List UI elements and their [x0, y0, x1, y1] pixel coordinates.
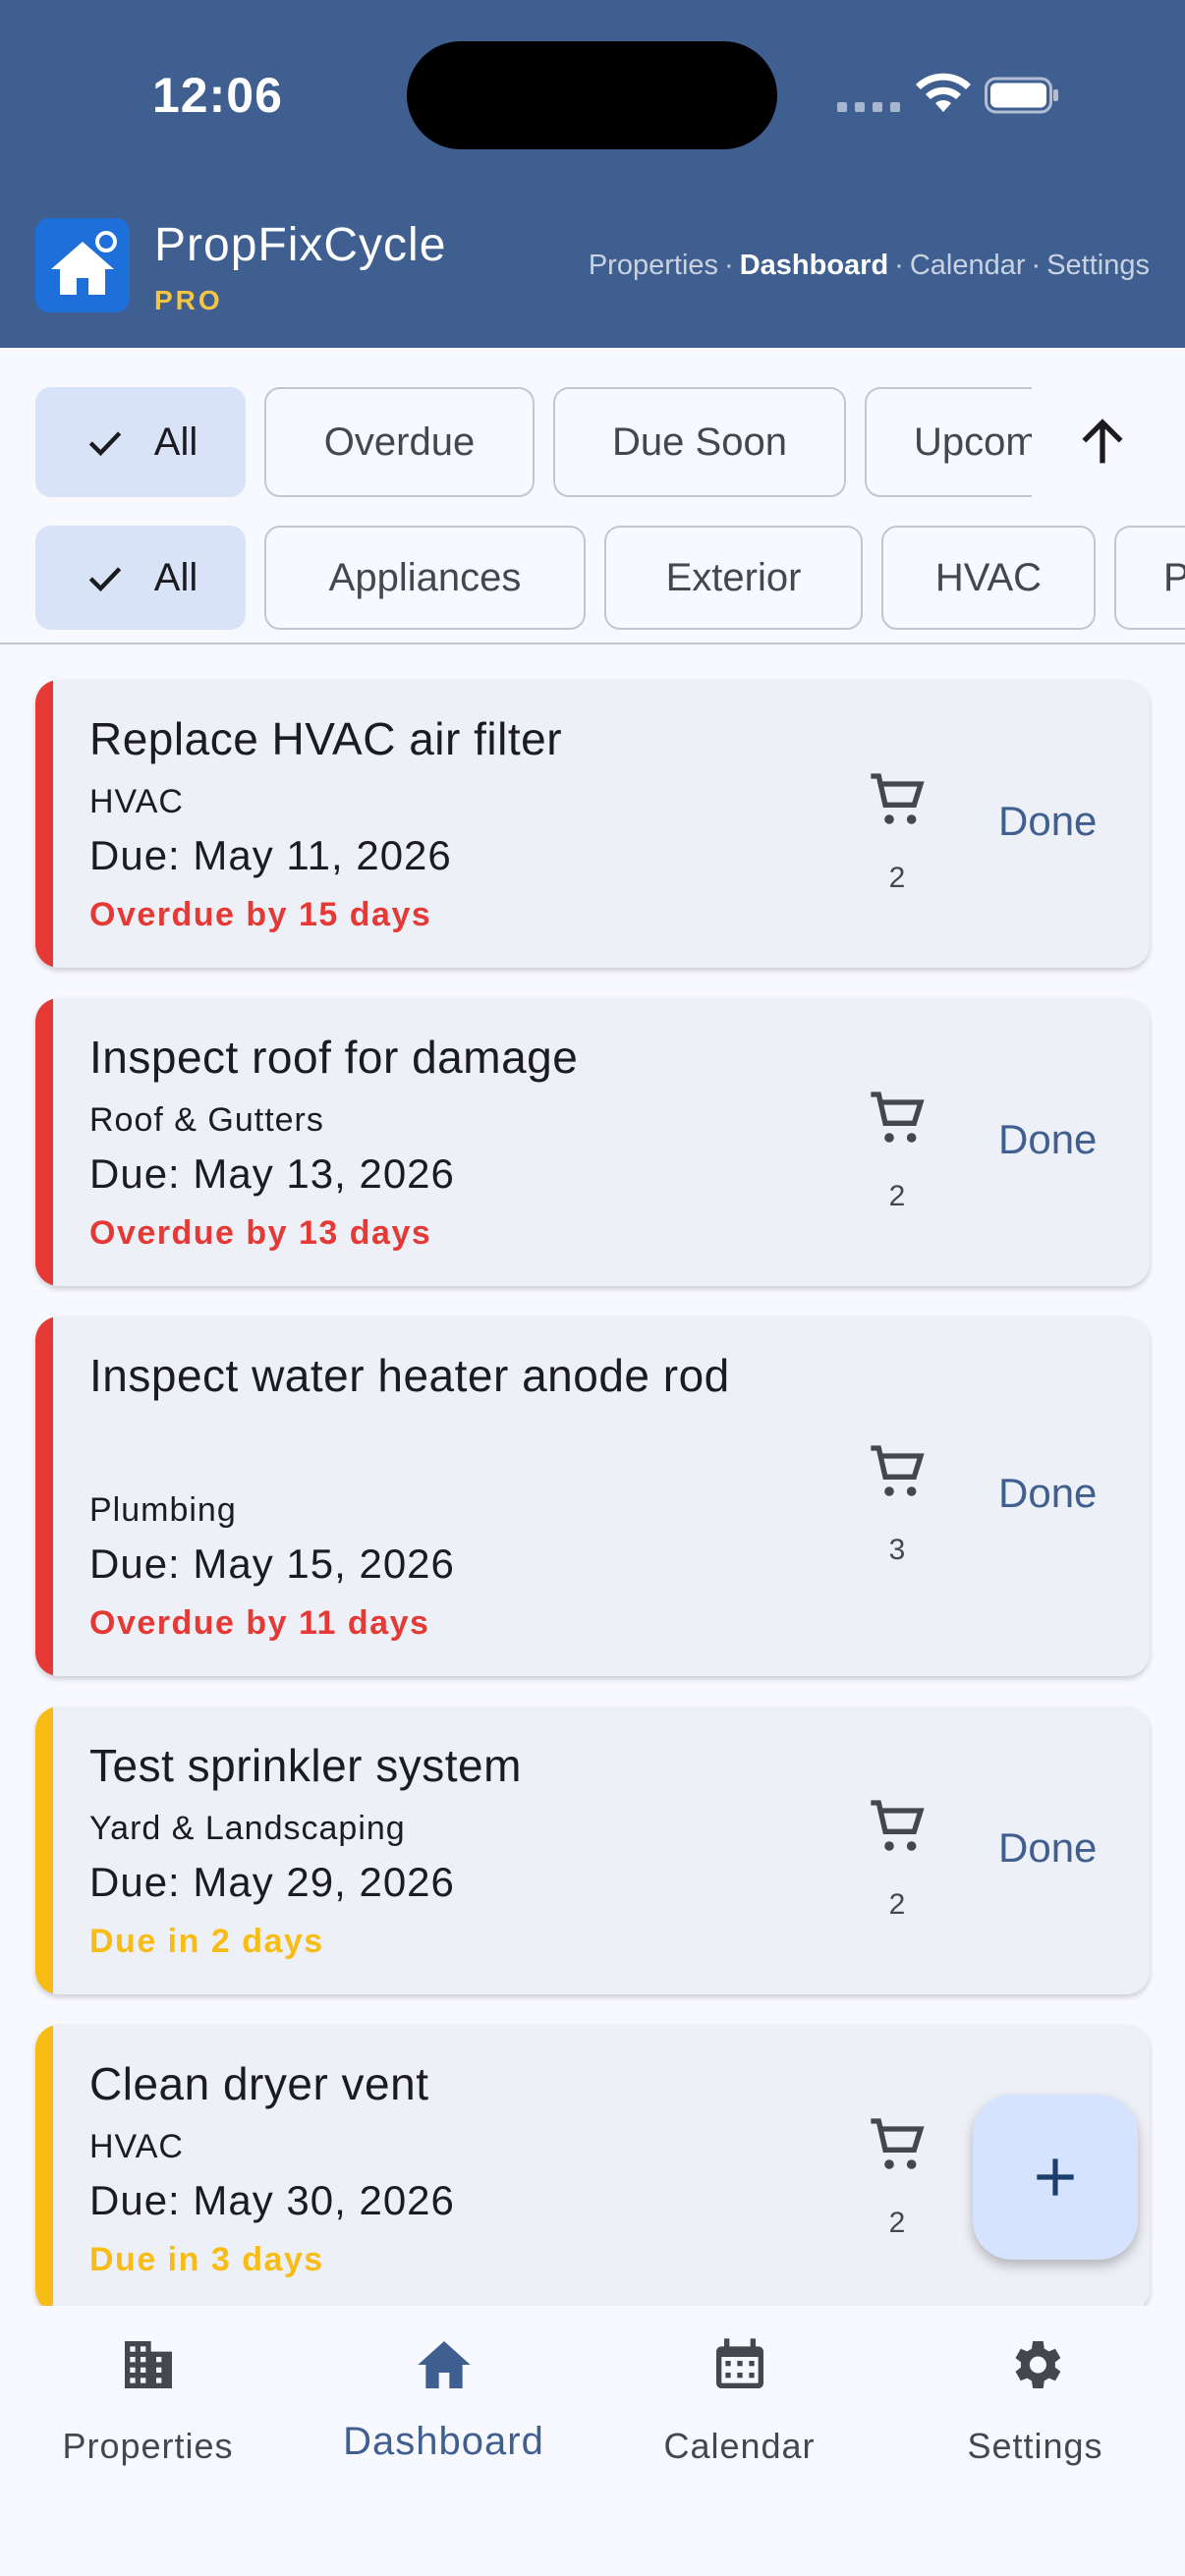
gear-icon: [1015, 2341, 1061, 2388]
bottom-nav-properties[interactable]: Properties: [0, 2306, 296, 2522]
bottom-nav-settings[interactable]: Settings: [887, 2306, 1183, 2522]
cart-icon[interactable]: [866, 2113, 929, 2176]
done-button[interactable]: Done: [998, 1470, 1097, 1517]
task-title: Inspect roof for damage: [89, 1032, 579, 1083]
category-chip-appliances[interactable]: Appliances: [264, 526, 586, 630]
task-category: HVAC: [89, 2128, 184, 2165]
app-logo: [35, 218, 130, 312]
due-soon-indicator: [35, 2025, 53, 2306]
cart-icon[interactable]: [866, 1087, 929, 1149]
category-chip-exterior[interactable]: Exterior: [604, 526, 863, 630]
filter-divider: [0, 643, 1185, 644]
task-category: Plumbing: [89, 1491, 237, 1529]
task-status: Overdue by 11 days: [89, 1604, 430, 1642]
task-status: Overdue by 15 days: [89, 896, 432, 933]
nav-separator: ·: [894, 250, 904, 281]
app-header: 12:06 PropFixCycle PRO Properties · Dash…: [0, 0, 1185, 348]
task-category: Yard & Landscaping: [89, 1810, 406, 1847]
nav-separator: ·: [724, 250, 734, 281]
task-list: Replace HVAC air filter HVAC Due: May 11…: [0, 645, 1185, 2306]
top-nav-dashboard[interactable]: Dashboard: [740, 250, 888, 282]
cart-count: 2: [888, 1888, 906, 1921]
nav-separator: ·: [1031, 250, 1042, 281]
wifi-icon: [916, 73, 971, 112]
status-chip-due-soon[interactable]: Due Soon: [553, 387, 846, 497]
cart-icon[interactable]: [866, 1795, 929, 1858]
task-category: Roof & Gutters: [89, 1101, 324, 1139]
overdue-indicator: [35, 998, 53, 1286]
top-nav: Properties · Dashboard · Calendar · Sett…: [589, 250, 1150, 282]
pro-badge: PRO: [154, 285, 223, 315]
calendar-icon: [716, 2338, 763, 2388]
task-status: Overdue by 13 days: [89, 1214, 432, 1252]
category-filter-row: All Appliances Exterior HVAC Plumbing: [0, 526, 1185, 630]
status-icons: [837, 73, 1083, 120]
cart-count: 2: [888, 862, 906, 894]
app-title: PropFixCycle: [154, 219, 447, 271]
task-status: Due in 2 days: [89, 1923, 324, 1960]
category-chip-hvac[interactable]: HVAC: [881, 526, 1096, 630]
dynamic-island: [407, 41, 777, 149]
bottom-nav-dashboard[interactable]: Dashboard: [296, 2306, 592, 2522]
status-chip-all[interactable]: All: [35, 387, 246, 497]
task-card[interactable]: Inspect roof for damage Roof & Gutters D…: [35, 998, 1150, 1286]
category-chip-all[interactable]: All: [35, 526, 246, 630]
task-card[interactable]: Replace HVAC air filter HVAC Due: May 11…: [35, 680, 1150, 968]
done-button[interactable]: Done: [998, 1824, 1097, 1872]
bottom-nav-calendar[interactable]: Calendar: [592, 2306, 887, 2522]
top-nav-properties[interactable]: Properties: [589, 250, 718, 282]
task-due-date: Due: May 29, 2026: [89, 1859, 455, 1905]
check-icon: [88, 567, 122, 592]
task-category: HVAC: [89, 783, 184, 820]
building-icon: [125, 2341, 172, 2388]
task-title: Clean dryer vent: [89, 2058, 429, 2109]
task-title: Inspect water heater anode rod: [89, 1350, 730, 1401]
bottom-nav: Properties Dashboard Calendar Settings: [0, 2306, 1185, 2576]
arrow-up-icon[interactable]: [1071, 411, 1134, 474]
top-nav-settings[interactable]: Settings: [1046, 250, 1150, 282]
cellular-signal-icon: [837, 102, 900, 112]
task-status: Due in 3 days: [89, 2241, 324, 2278]
home-icon: [418, 2341, 471, 2388]
cart-icon[interactable]: [866, 1440, 929, 1503]
check-icon: [88, 431, 122, 457]
task-due-date: Due: May 11, 2026: [89, 832, 452, 878]
done-button[interactable]: Done: [998, 798, 1097, 845]
status-filter-row: All Overdue Due Soon Upcoming: [0, 387, 1185, 497]
category-chip-plumbing[interactable]: Plumbing: [1114, 526, 1185, 630]
task-card[interactable]: Inspect water heater anode rod Plumbing …: [35, 1316, 1150, 1676]
status-chip-upcoming[interactable]: Upcoming: [865, 387, 1032, 497]
task-title: Replace HVAC air filter: [89, 713, 563, 764]
task-title: Test sprinkler system: [89, 1740, 522, 1791]
top-nav-calendar[interactable]: Calendar: [910, 250, 1026, 282]
house-logo-icon: [51, 231, 117, 295]
overdue-indicator: [35, 1316, 53, 1676]
cart-count: 3: [888, 1534, 906, 1566]
overdue-indicator: [35, 680, 53, 968]
status-chip-overdue[interactable]: Overdue: [264, 387, 535, 497]
done-button[interactable]: Done: [998, 1116, 1097, 1163]
plus-icon: [1037, 2158, 1074, 2196]
task-due-date: Due: May 30, 2026: [89, 2177, 455, 2223]
cart-count: 2: [888, 2207, 906, 2239]
due-soon-indicator: [35, 1707, 53, 1994]
task-due-date: Due: May 13, 2026: [89, 1150, 455, 1197]
cart-count: 2: [888, 1180, 906, 1212]
task-card[interactable]: Test sprinkler system Yard & Landscaping…: [35, 1707, 1150, 1994]
add-task-button[interactable]: [973, 2095, 1138, 2260]
cart-icon[interactable]: [866, 768, 929, 831]
battery-icon: [985, 77, 1058, 114]
task-due-date: Due: May 15, 2026: [89, 1540, 455, 1587]
status-time: 12:06: [152, 68, 283, 123]
